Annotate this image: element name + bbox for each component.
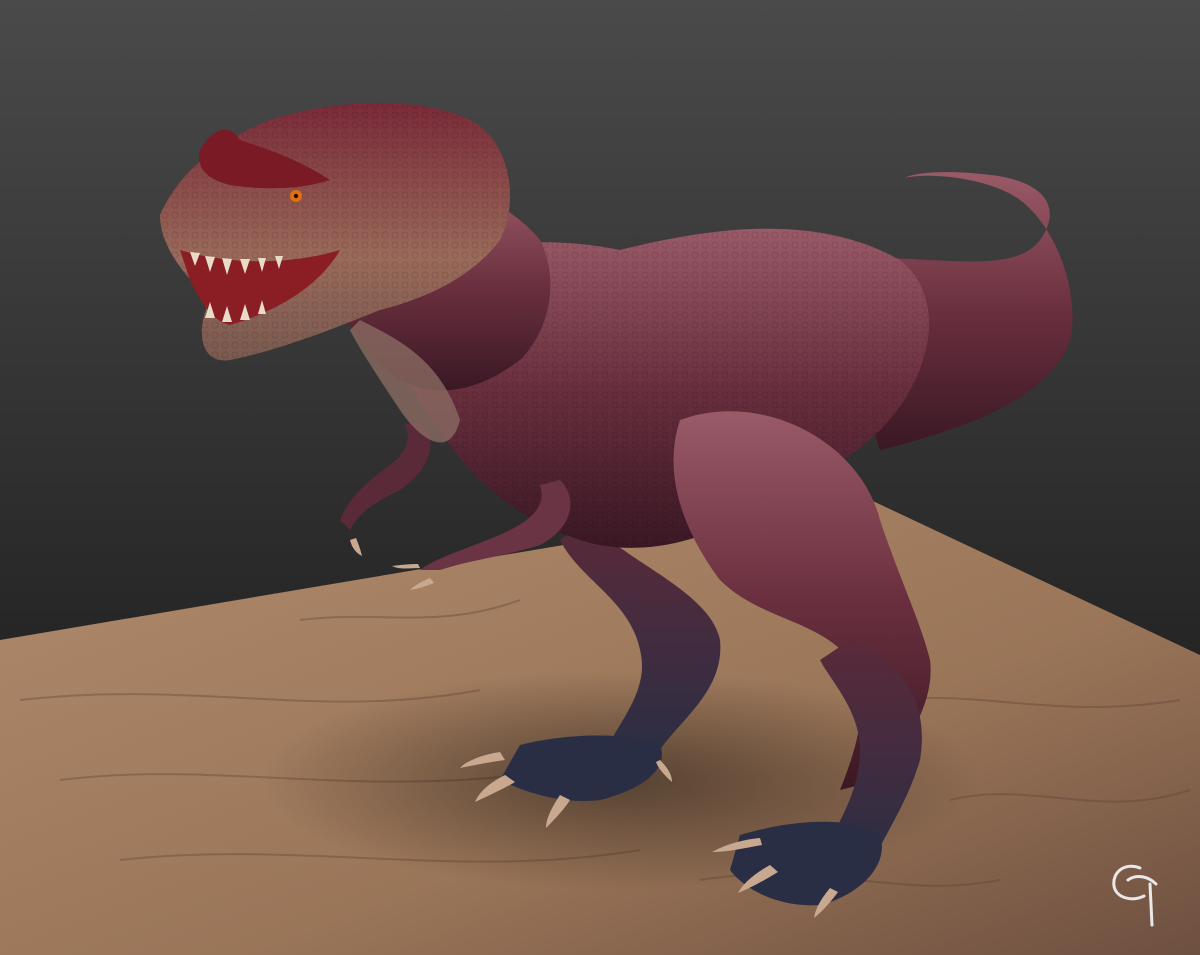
render-canvas <box>0 0 1200 955</box>
dinosaur-pupil <box>293 193 299 199</box>
render-viewport <box>0 0 1200 955</box>
